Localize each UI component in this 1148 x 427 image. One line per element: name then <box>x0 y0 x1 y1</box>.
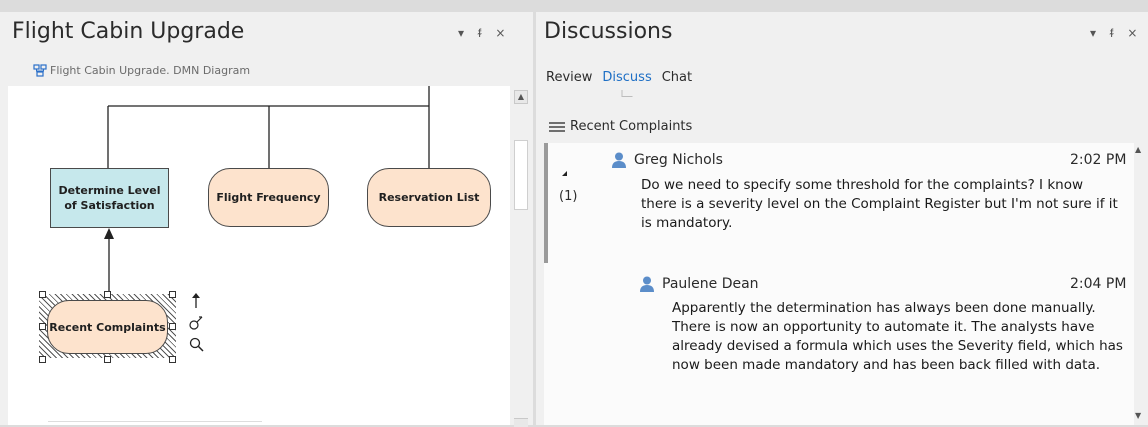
pin-icon[interactable]: ᵮ <box>478 26 481 40</box>
resize-handle[interactable] <box>39 323 46 330</box>
resize-handle[interactable] <box>39 291 46 298</box>
resize-handle[interactable] <box>104 291 111 298</box>
user-icon <box>612 152 626 168</box>
breadcrumb[interactable]: Flight Cabin Upgrade. DMN Diagram <box>33 64 250 77</box>
message-text: Do we need to specify some threshold for… <box>641 177 1118 231</box>
dropdown-icon[interactable]: ▾ <box>458 26 464 40</box>
resize-handle[interactable] <box>169 356 176 363</box>
diagram-panel: Flight Cabin Upgrade ▾ ᵮ × Flight Cabin … <box>0 12 533 427</box>
diagram-canvas[interactable]: Determine Level of Satisfaction Flight F… <box>8 86 510 425</box>
close-icon[interactable]: × <box>1127 26 1137 40</box>
collapse-triangle-icon[interactable] <box>562 171 567 176</box>
panel-title: Flight Cabin Upgrade <box>12 19 245 44</box>
connector-lines <box>104 86 430 300</box>
diagram-scrollbar[interactable]: ▲ <box>511 86 531 427</box>
scroll-thumb[interactable] <box>514 140 528 210</box>
scroll-up-icon[interactable]: ▲ <box>514 90 528 104</box>
pin-icon[interactable]: ᵮ <box>1110 26 1113 40</box>
message-time: 2:04 PM <box>1070 276 1127 292</box>
menu-icon[interactable] <box>548 121 566 133</box>
close-icon[interactable]: × <box>495 26 505 40</box>
discussion-thread: (1) Greg Nichols 2:02 PM Do we need to s… <box>544 143 1134 425</box>
canvas-divider <box>48 421 262 425</box>
tab-chat[interactable]: Chat <box>662 70 692 85</box>
knowledge-node-recent-complaints[interactable]: Recent Complaints <box>47 300 168 354</box>
panel-title: Discussions <box>544 19 673 44</box>
message-author: Greg Nichols <box>612 152 723 168</box>
knowledge-node-flight-frequency[interactable]: Flight Frequency <box>208 168 329 227</box>
tab-review[interactable]: Review <box>546 70 592 85</box>
discussion-tabs: Review Discuss Chat <box>546 70 692 85</box>
diagram-icon <box>33 64 47 77</box>
scroll-up-icon[interactable]: ▲ <box>1135 145 1141 154</box>
author-name: Paulene Dean <box>662 276 759 292</box>
thread-scrollbar[interactable]: ▲ ▼ <box>1134 143 1146 425</box>
discussions-panel: Discussions ▾ ᵮ × Review Discuss Chat Re… <box>536 12 1148 425</box>
resize-handle[interactable] <box>169 323 176 330</box>
link-icon[interactable] <box>188 315 204 331</box>
search-icon[interactable] <box>189 337 205 353</box>
message-author: Paulene Dean <box>640 276 759 292</box>
tab-discuss[interactable]: Discuss <box>602 70 651 85</box>
message-time: 2:02 PM <box>1070 152 1127 168</box>
decision-node[interactable]: Determine Level of Satisfaction <box>50 168 169 228</box>
user-icon <box>640 276 654 292</box>
section-header[interactable]: Recent Complaints <box>548 119 692 134</box>
arrow-up-icon[interactable] <box>191 293 201 309</box>
reply-count: (1) <box>559 189 578 204</box>
thread-rail <box>544 143 548 263</box>
section-title: Recent Complaints <box>570 119 693 134</box>
author-name: Greg Nichols <box>634 152 723 168</box>
panel-controls: ▾ ᵮ × <box>458 26 505 40</box>
panel-controls: ▾ ᵮ × <box>1090 26 1137 40</box>
resize-handle[interactable] <box>169 291 176 298</box>
resize-handle[interactable] <box>104 356 111 363</box>
knowledge-node-reservation-list[interactable]: Reservation List <box>367 168 491 227</box>
dropdown-icon[interactable]: ▾ <box>1090 26 1096 40</box>
message-text: Apparently the determination has always … <box>672 300 1123 373</box>
resize-handle[interactable] <box>39 356 46 363</box>
breadcrumb-text: Flight Cabin Upgrade. DMN Diagram <box>50 64 251 77</box>
scroll-down-icon[interactable] <box>514 418 528 427</box>
scroll-down-icon[interactable]: ▼ <box>1135 411 1141 420</box>
